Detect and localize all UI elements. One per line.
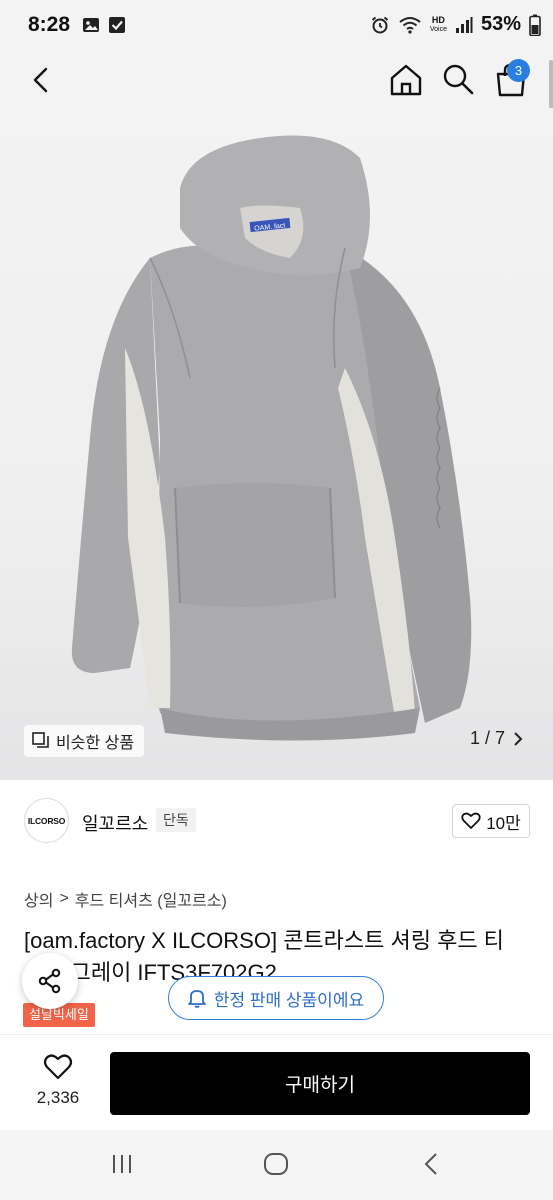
back-arrow-icon[interactable] <box>26 64 56 96</box>
share-icon <box>38 968 61 994</box>
limited-sale-notice[interactable]: 한정 판매 상품이에요 <box>168 976 384 1020</box>
image-counter[interactable]: 1 / 7 <box>470 728 523 749</box>
brand-logo[interactable]: ILCORSO <box>24 798 69 843</box>
breadcrumb-subcategory[interactable]: 후드 티셔츠 (일꼬르소) <box>75 887 227 911</box>
heart-icon <box>461 812 481 829</box>
brand-row: ILCORSO 일꼬르소 단독 10만 <box>0 780 553 864</box>
copy-icon <box>32 732 49 748</box>
exclusive-tag: 단독 <box>156 808 196 832</box>
gallery-notification-icon <box>83 18 99 32</box>
system-nav-bar <box>0 1130 553 1200</box>
similar-products-label: 비슷한 상품 <box>56 735 135 752</box>
wishlist-count: 2,336 <box>36 1088 80 1107</box>
back-chevron-icon[interactable] <box>420 1152 444 1176</box>
bell-icon <box>187 990 206 1008</box>
wifi-icon <box>399 16 421 34</box>
home-icon[interactable] <box>388 62 424 98</box>
chevron-right-icon <box>514 731 523 746</box>
buy-button[interactable]: 구매하기 <box>110 1052 530 1115</box>
recent-apps-icon[interactable] <box>110 1152 134 1176</box>
alarm-icon <box>371 16 388 33</box>
similar-products-button[interactable]: 비슷한 상품 <box>24 725 145 757</box>
signal-icon <box>455 16 473 33</box>
status-time: 8:28 <box>28 13 71 36</box>
checkbox-notification-icon <box>109 17 125 33</box>
hd-voice-icon: HD Voice <box>429 14 447 33</box>
app-header <box>0 52 553 108</box>
heart-outline-icon <box>43 1054 73 1080</box>
share-button[interactable] <box>22 953 78 1009</box>
status-system-icons: HD Voice 53% <box>370 13 541 36</box>
brand-like-button[interactable]: 10만 <box>452 804 530 838</box>
hoodie-illustration: OAM. fact <box>71 135 472 741</box>
brand-like-count: 10만 <box>486 813 521 833</box>
breadcrumb: 상의 > 후드 티셔츠 (일꼬르소) <box>24 887 227 911</box>
wishlist-button[interactable]: 2,336 <box>28 1053 88 1117</box>
home-rounded-icon[interactable] <box>262 1152 290 1176</box>
image-counter-text: 1 / 7 <box>469 728 505 748</box>
scroll-indicator[interactable] <box>549 60 553 112</box>
status-notification-icons <box>82 16 126 34</box>
cart-count-badge: 3 <box>507 59 530 82</box>
breadcrumb-category[interactable]: 상의 <box>24 887 53 911</box>
breadcrumb-separator: > <box>59 890 69 907</box>
product-image-gallery[interactable]: OAM. fact 비슷한 상품 1 / 7 <box>0 108 553 780</box>
limited-sale-text: 한정 판매 상품이에요 <box>213 990 365 1010</box>
purchase-bar: 2,336 구매하기 <box>0 1034 553 1130</box>
battery-icon <box>529 14 541 36</box>
search-icon[interactable] <box>441 62 475 96</box>
status-bar: 8:28 HD Voice 53% <box>0 0 553 52</box>
battery-percent: 53% <box>480 13 521 35</box>
brand-name[interactable]: 일꼬르소 <box>82 810 148 836</box>
